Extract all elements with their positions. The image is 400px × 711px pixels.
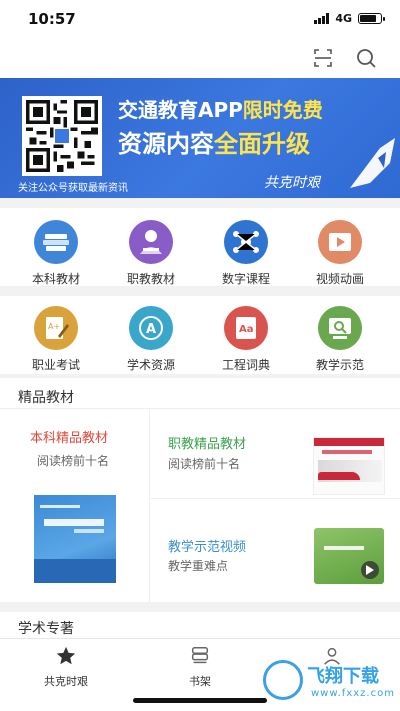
featured-card: 本科精品教材 阅读榜前十名 职教精品教材 阅读榜前十名 教学示范视频 教学重难点: [0, 408, 400, 603]
bookshelf-icon: [191, 647, 209, 664]
grid-label: 职教教材: [126, 272, 175, 286]
search-icon[interactable]: [354, 46, 378, 70]
scan-icon[interactable]: [311, 46, 335, 70]
promo-banner[interactable]: 交通教育APP限时免费 资源内容全面升级 关注公众号获取最新资讯 共克时艰: [0, 78, 400, 198]
star-icon: [56, 646, 76, 665]
grid-item-digital-courses[interactable]: 数字课程: [196, 220, 296, 287]
banner-follow-text: 关注公众号获取最新资讯: [18, 183, 128, 194]
watermark-url: www.fxxz.com: [311, 688, 395, 699]
vocational-book-cover: [313, 437, 385, 495]
watermark-logo-icon: [263, 660, 303, 700]
grid-label: 学术资源: [126, 358, 175, 372]
grid-label: 视频动画: [315, 272, 364, 286]
grid-label: 本科教材: [31, 272, 80, 286]
battery-fill: [360, 15, 376, 22]
featured-vocational-subtitle: 阅读榜前十名: [168, 457, 241, 471]
grid-item-video-animation[interactable]: 视频动画: [290, 220, 390, 287]
banner-signature: 共克时艰: [264, 175, 320, 191]
network-icon: [224, 220, 268, 264]
banner-subtitle: 资源内容全面升级: [118, 124, 310, 159]
featured-header: 精品教材: [0, 378, 400, 408]
category-grid-2: A+ 职业考试 A 学术资源 Aa 工程词典 教学示范: [0, 296, 400, 374]
grid-label: 工程词典: [221, 358, 270, 372]
watermark: 飞翔下载 www.fxxz.com: [263, 660, 395, 706]
academic-section-title: 学术专著: [18, 621, 74, 637]
svg-text:A+: A+: [48, 322, 60, 331]
featured-undergrad-subtitle: 阅读榜前十名: [37, 454, 110, 468]
svg-text:Aa: Aa: [239, 324, 254, 335]
banner-title-highlight: 限时免费: [242, 98, 323, 122]
category-grid-1: 本科教材 职教教材 数字课程 视频动画: [0, 208, 400, 286]
qr-code: [22, 96, 102, 176]
grid-item-teaching-demo[interactable]: 教学示范: [290, 306, 390, 373]
banner-sub-prefix: 资源内容: [118, 130, 214, 158]
demo-icon: [318, 306, 362, 350]
dictionary-icon: Aa: [224, 306, 268, 350]
grid-label: 教学示范: [315, 358, 364, 372]
academic-icon: A: [129, 306, 173, 350]
grid-item-undergrad-textbooks[interactable]: 本科教材: [6, 220, 106, 287]
top-bar: [0, 38, 400, 78]
grid-item-engineering-dictionary[interactable]: Aa 工程词典: [196, 306, 296, 373]
featured-vocational[interactable]: 职教精品教材 阅读榜前十名: [151, 409, 400, 499]
undergrad-book-cover: [34, 495, 116, 583]
featured-section-title: 精品教材: [18, 390, 74, 406]
signal-icon: [314, 13, 330, 24]
grid-item-academic-resources[interactable]: A 学术资源: [101, 306, 201, 373]
tab-label: 书架: [189, 675, 211, 688]
banner-sub-highlight: 全面升级: [214, 130, 310, 158]
grid-label: 数字课程: [221, 272, 270, 286]
featured-vocational-title: 职教精品教材: [168, 437, 247, 452]
watermark-text: 飞翔下载: [307, 666, 379, 687]
status-indicators: 4G: [314, 12, 385, 25]
featured-demo-video[interactable]: 教学示范视频 教学重难点: [151, 500, 400, 603]
demo-video-thumbnail: [314, 528, 384, 584]
grid-label: 职业考试: [31, 358, 80, 372]
grid-item-vocational-exam[interactable]: A+ 职业考试: [6, 306, 106, 373]
teacher-icon: [129, 220, 173, 264]
featured-demo-title: 教学示范视频: [168, 540, 247, 555]
home-indicator: [133, 698, 267, 703]
battery-icon: [358, 13, 385, 24]
tab-gongke[interactable]: 共克时艰: [26, 645, 106, 689]
grid-item-vocational-textbooks[interactable]: 职教教材: [101, 220, 201, 287]
featured-demo-subtitle: 教学重难点: [168, 559, 229, 573]
tab-label: 共克时艰: [44, 675, 88, 688]
status-bar: 10:57 4G: [0, 0, 400, 38]
network-type: 4G: [335, 12, 352, 25]
featured-undergrad[interactable]: 本科精品教材 阅读榜前十名: [0, 409, 150, 603]
status-time: 10:57: [28, 10, 76, 28]
banner-title-prefix: 交通教育APP: [118, 98, 243, 122]
exam-icon: A+: [34, 306, 78, 350]
books-icon: [34, 220, 78, 264]
svg-text:A: A: [146, 322, 156, 337]
featured-undergrad-title: 本科精品教材: [30, 431, 109, 446]
tab-bookshelf[interactable]: 书架: [160, 645, 240, 689]
banner-title: 交通教育APP限时免费: [118, 94, 323, 123]
video-icon: [318, 220, 362, 264]
brush-stroke-icon: [350, 138, 395, 188]
